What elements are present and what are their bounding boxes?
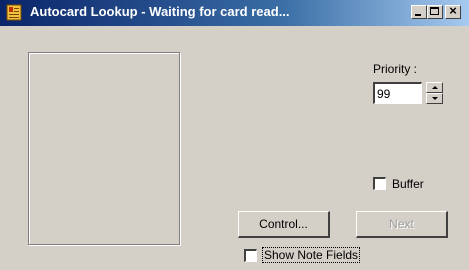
window-title: Autocard Lookup - Waiting for card read.… — [30, 4, 290, 19]
card-photo-frame — [28, 52, 180, 245]
arrow-down-icon — [432, 97, 438, 100]
priority-label: Priority : — [373, 62, 418, 76]
priority-decrement-button[interactable] — [426, 93, 443, 104]
buffer-label[interactable]: Buffer — [392, 177, 424, 191]
maximize-icon — [430, 7, 439, 15]
close-button[interactable]: × — [445, 3, 461, 19]
title-bar[interactable]: Autocard Lookup - Waiting for card read.… — [0, 0, 469, 26]
arrow-up-icon — [432, 86, 438, 89]
show-note-fields-label[interactable]: Show Note Fields — [261, 247, 361, 263]
minimize-icon — [415, 14, 421, 16]
maximize-button[interactable] — [427, 5, 443, 19]
next-button[interactable]: Next — [356, 211, 448, 238]
minimize-button[interactable] — [411, 5, 427, 19]
buffer-checkbox[interactable] — [373, 177, 386, 190]
close-icon: × — [449, 3, 457, 18]
control-button[interactable]: Control... — [238, 211, 330, 238]
priority-input[interactable] — [373, 82, 422, 104]
app-icon — [6, 4, 22, 21]
priority-increment-button[interactable] — [426, 82, 443, 93]
show-note-fields-checkbox[interactable] — [244, 249, 257, 262]
